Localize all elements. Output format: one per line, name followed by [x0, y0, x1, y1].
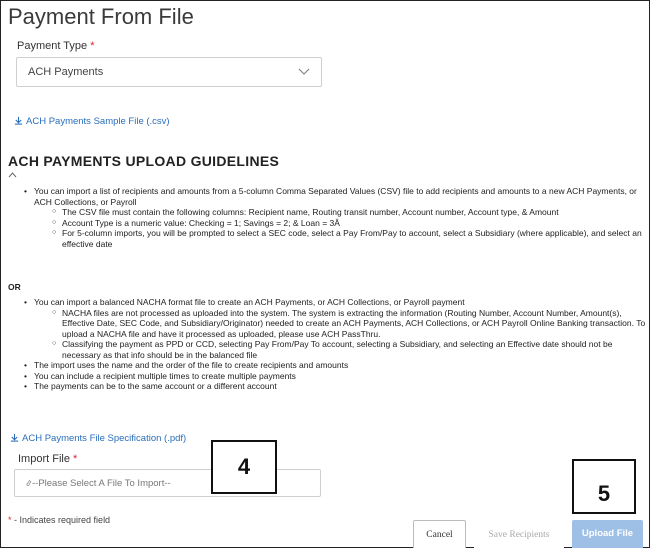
guideline-item: You can import a balanced NACHA format f…	[16, 297, 646, 360]
guideline-subitem: Account Type is a numeric value: Checkin…	[34, 218, 646, 229]
guideline-subitem: For 5-column imports, you will be prompt…	[34, 228, 646, 249]
guideline-text: The import uses the name and the order o…	[34, 360, 349, 370]
guideline-subtext: The CSV file must contain the following …	[62, 207, 559, 217]
callout-marker: 5	[572, 459, 636, 514]
import-file-placeholder: --Please Select A File To Import--	[25, 478, 171, 489]
save-recipients-button[interactable]: Save Recipients	[474, 520, 564, 548]
guideline-subitem: The CSV file must contain the following …	[34, 207, 646, 218]
payment-type-label: Payment Type *	[17, 40, 94, 52]
payment-type-value: ACH Payments	[28, 66, 104, 78]
collapse-caret-icon[interactable]	[8, 171, 17, 178]
guideline-text: The payments can be to the same account …	[34, 381, 277, 391]
guidelines-section-nacha: You can import a balanced NACHA format f…	[16, 297, 646, 392]
payment-type-label-text: Payment Type	[17, 40, 88, 52]
guideline-item: You can import a list of recipients and …	[16, 186, 646, 249]
import-file-label: Import File *	[18, 453, 77, 465]
guideline-text: You can import a list of recipients and …	[34, 186, 637, 207]
callout-marker: 4	[211, 440, 277, 494]
guideline-text: You can import a balanced NACHA format f…	[34, 297, 465, 307]
guideline-text: You can include a recipient multiple tim…	[34, 370, 296, 381]
chevron-down-icon	[298, 68, 310, 75]
download-icon	[10, 433, 19, 442]
guideline-subitem: NACHA files are not processed as uploade…	[34, 308, 646, 340]
file-specification-link[interactable]: ACH Payments File Specification (.pdf)	[10, 433, 186, 444]
guidelines-section-csv: You can import a list of recipients and …	[16, 186, 646, 249]
required-field-note: * - Indicates required field	[8, 515, 110, 525]
guideline-subitem: Classifying the payment as PPD or CCD, s…	[34, 339, 646, 360]
guideline-item: The import uses the name and the order o…	[16, 360, 646, 371]
required-mark: *	[73, 453, 78, 465]
payment-type-select[interactable]: ACH Payments	[16, 57, 322, 87]
guidelines-heading: ACH PAYMENTS UPLOAD GUIDELINES	[8, 153, 280, 169]
file-specification-link-text: ACH Payments File Specification (.pdf)	[22, 433, 187, 444]
upload-file-button[interactable]: Upload File	[572, 520, 643, 548]
sample-file-link-text: ACH Payments Sample File (.csv)	[26, 116, 170, 127]
download-icon	[14, 116, 23, 125]
guideline-subtext: Classifying the payment as PPD or CCD, s…	[62, 339, 613, 360]
guideline-subtext: Account Type is a numeric value: Checkin…	[62, 217, 340, 228]
import-file-placeholder-text: --Please Select A File To Import--	[32, 478, 171, 489]
cancel-button[interactable]: Cancel	[413, 520, 466, 548]
required-note-text: - Indicates required field	[11, 515, 111, 525]
paperclip-icon	[26, 479, 32, 486]
or-separator: OR	[8, 282, 21, 292]
guideline-subtext: NACHA files are not processed as uploade…	[62, 307, 646, 339]
guideline-item: The payments can be to the same account …	[16, 381, 646, 392]
page-title: Payment From File	[8, 4, 194, 29]
import-file-label-text: Import File	[18, 453, 70, 465]
guideline-item: You can include a recipient multiple tim…	[16, 371, 646, 382]
required-mark: *	[90, 40, 95, 52]
guideline-subtext: For 5-column imports, you will be prompt…	[62, 228, 642, 249]
sample-file-link[interactable]: ACH Payments Sample File (.csv)	[14, 116, 170, 127]
